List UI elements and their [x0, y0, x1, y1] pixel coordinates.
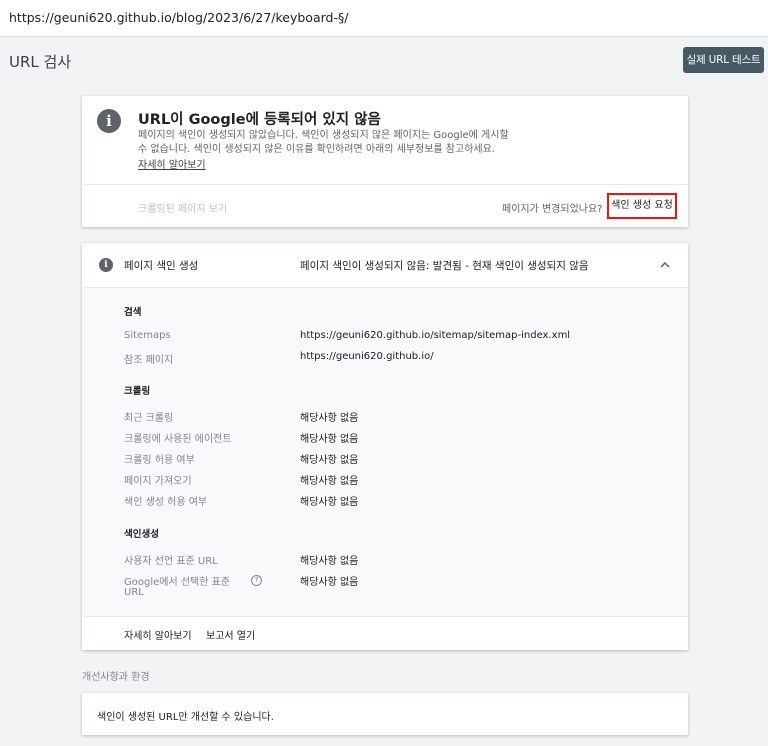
page-changed-question: 페이지가 변경되었나요?: [502, 204, 603, 215]
status-title: URL이 Google에 등록되어 있지 않음: [138, 112, 381, 128]
page-indexing-header[interactable]: i 페이지 색인 생성 페이지 색인이 생성되지 않음: 발견됨 - 현재 색인…: [82, 243, 688, 287]
info-icon: i: [99, 258, 113, 272]
indexing-details: 검색 Sitemaps https://geuni620.github.io/s…: [82, 287, 688, 617]
address-url: https://geuni620.github.io/blog/2023/6/2…: [9, 10, 349, 25]
row-label-indexing-allowed: 색인 생성 허용 여부: [124, 497, 208, 508]
page-header: URL 검사 실제 URL 테스트: [0, 37, 768, 82]
open-report-button[interactable]: 보고서 열기: [206, 627, 255, 642]
group-title-indexing: 색인생성: [124, 529, 159, 540]
learn-more-button[interactable]: 자세히 알아보기: [124, 627, 192, 642]
row-value-sitemaps: https://geuni620.github.io/sitemap/sitem…: [300, 330, 571, 341]
row-value-page-fetch: 해당사항 없음: [300, 476, 359, 487]
info-icon: i: [97, 109, 121, 133]
enhancements-message: 색인이 생성된 URL만 개선할 수 있습니다.: [97, 712, 274, 723]
enhancements-title: 개선사항과 환경: [82, 672, 150, 683]
row-label-crawl-allowed: 크롤링 허용 여부: [124, 455, 195, 466]
row-label-sitemaps: Sitemaps: [124, 330, 171, 341]
enhancements-card: 색인이 생성된 URL만 개선할 수 있습니다.: [82, 693, 688, 735]
row-value-user-canonical: 해당사항 없음: [300, 556, 359, 567]
row-value-google-canonical: 해당사항 없음: [300, 577, 359, 588]
chevron-up-icon[interactable]: [657, 257, 673, 273]
group-title-crawl: 크롤링: [124, 386, 151, 397]
divider: [82, 184, 688, 185]
status-card: i URL이 Google에 등록되어 있지 않음 페이지의 색인이 생성되지 …: [82, 96, 688, 227]
row-label-referring-page: 참조 페이지: [124, 355, 174, 366]
row-label-google-canonical-cont: URL: [124, 587, 144, 598]
address-bar[interactable]: https://geuni620.github.io/blog/2023/6/2…: [0, 0, 768, 37]
row-value-crawl-allowed: 해당사항 없음: [300, 455, 359, 466]
section-title: 페이지 색인 생성: [124, 260, 199, 272]
page-title: URL 검사: [9, 53, 72, 71]
row-label-user-canonical: 사용자 선언 표준 URL: [124, 556, 218, 567]
status-description: 페이지의 색인이 생성되지 않았습니다. 색인이 생성되지 않은 페이지는 Go…: [138, 130, 509, 155]
view-crawled-page-button[interactable]: 크롤링된 페이지 보기: [138, 200, 227, 215]
row-label-page-fetch: 페이지 가져오기: [124, 476, 192, 487]
row-label-crawled-as: 크롤링에 사용된 에이전트: [124, 434, 232, 445]
row-label-last-crawl: 최근 크롤링: [124, 413, 174, 424]
help-icon[interactable]: ?: [251, 575, 262, 586]
row-value-last-crawl: 해당사항 없음: [300, 413, 359, 424]
learn-more-link[interactable]: 자세히 알아보기: [138, 156, 206, 171]
row-label-google-canonical: Google에서 선택한 표준: [124, 577, 231, 588]
group-title-discovery: 검색: [124, 307, 142, 318]
row-value-referring-page: https://geuni620.github.io/: [300, 351, 434, 362]
request-indexing-button[interactable]: 색인 생성 요청: [607, 193, 677, 219]
indexing-status: 페이지 색인이 생성되지 않음: 발견됨 - 현재 색인이 생성되지 않음: [300, 260, 589, 272]
live-url-test-button[interactable]: 실제 URL 테스트: [683, 47, 764, 73]
row-value-crawled-as: 해당사항 없음: [300, 434, 359, 445]
page-indexing-card: i 페이지 색인 생성 페이지 색인이 생성되지 않음: 발견됨 - 현재 색인…: [82, 243, 688, 650]
row-value-indexing-allowed: 해당사항 없음: [300, 497, 359, 508]
